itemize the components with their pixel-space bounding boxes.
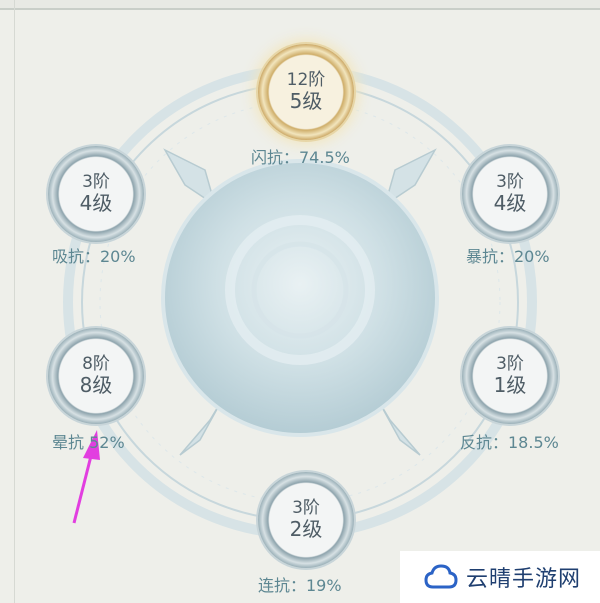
resist-node-combo[interactable]: 3阶 2级 (258, 472, 354, 568)
label-combo-resist: 连抗：19% (258, 576, 342, 595)
resist-node-flash[interactable]: 12阶 5级 (258, 44, 354, 140)
resist-node-absorb[interactable]: 3阶 4级 (48, 146, 144, 242)
node-level: 4级 (493, 191, 527, 216)
node-stage: 8阶 (82, 353, 110, 374)
node-stage: 3阶 (496, 353, 524, 374)
node-level: 4级 (79, 191, 113, 216)
label-absorb-resist: 吸抗：20% (52, 247, 136, 266)
watermark-text: 云晴手游网 (466, 567, 582, 592)
cloud-icon (424, 564, 458, 589)
label-crit-resist: 暴抗：20% (466, 247, 550, 266)
node-level: 5级 (289, 89, 323, 114)
resist-node-counter[interactable]: 3阶 1级 (462, 328, 558, 424)
node-level: 1级 (493, 373, 527, 398)
label-counter-resist: 反抗：18.5% (460, 433, 559, 452)
resist-node-crit[interactable]: 3阶 4级 (462, 146, 558, 242)
node-stage: 12阶 (286, 69, 326, 90)
node-stage: 3阶 (496, 171, 524, 192)
node-stage: 3阶 (82, 171, 110, 192)
node-level: 2级 (289, 517, 323, 542)
node-level: 8级 (79, 373, 113, 398)
node-stage: 3阶 (292, 497, 320, 518)
label-stun-resist: 晕抗 52% (52, 433, 125, 452)
resist-node-stun[interactable]: 8阶 8级 (48, 328, 144, 424)
watermark-badge: 云晴手游网 (400, 551, 600, 603)
label-flash-resist: 闪抗：74.5% (251, 148, 350, 167)
